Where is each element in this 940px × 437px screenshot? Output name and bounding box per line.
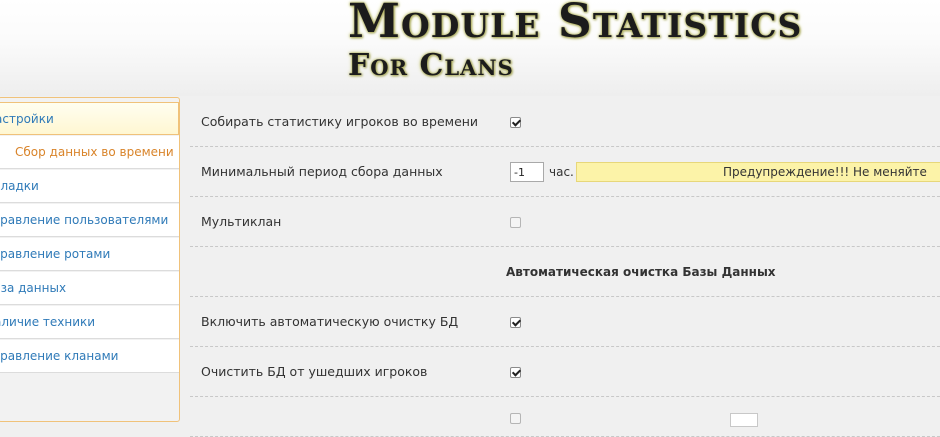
partial-input[interactable] <box>730 413 758 427</box>
collect-stats-checkbox[interactable] <box>510 116 521 128</box>
sidebar-item-label: Наличие техники <box>0 315 96 329</box>
sidebar-item-label: Управление ротами <box>0 247 111 261</box>
clean-departed-label: Очистить БД от ушедших игроков <box>201 364 428 379</box>
sidebar-item-label: Вкладки <box>0 179 39 193</box>
multiclan-label: Мультиклан <box>201 214 282 229</box>
setting-row-multiclan: Мультиклан <box>190 197 940 247</box>
app-title: Module Statistics <box>348 0 803 49</box>
settings-sidebar: Настройки Сбор данных во времени Вкладки… <box>0 97 180 422</box>
setting-row-clean-departed: Очистить БД от ушедших игроков <box>190 347 940 397</box>
setting-row-auto-cleanup: Включить автоматическую очистку БД <box>190 297 940 347</box>
sidebar-item-label: База данных <box>0 281 67 295</box>
app-subtitle: For Clans <box>348 48 514 83</box>
auto-cleanup-checkbox[interactable] <box>510 316 521 328</box>
partial-checkbox[interactable] <box>510 413 521 424</box>
sidebar-item-vehicles[interactable]: Наличие техники <box>0 306 179 339</box>
settings-panel: Собирать статистику игроков во времени М… <box>190 97 940 437</box>
sidebar-item-database[interactable]: База данных <box>0 272 179 305</box>
page-header: Module Statistics For Clans <box>0 0 940 96</box>
clean-departed-checkbox[interactable] <box>510 366 521 378</box>
sidebar-item-clan-management[interactable]: Управление кланами <box>0 340 179 373</box>
auto-cleanup-label: Включить автоматическую очистку БД <box>201 314 459 329</box>
sidebar-item-user-management[interactable]: Управление пользователями <box>0 204 179 237</box>
sidebar-item-data-collection[interactable]: Сбор данных во времени <box>0 136 179 169</box>
setting-row-min-period: Минимальный период сбора данных -1 час. … <box>190 147 940 197</box>
sidebar-item-label: Сбор данных во времени <box>15 145 174 159</box>
min-period-unit: час. <box>549 165 574 179</box>
setting-row-collect-stats: Собирать статистику игроков во времени <box>190 97 940 147</box>
section-header-row: Автоматическая очистка Базы Данных <box>190 247 940 297</box>
db-cleanup-section-title: Автоматическая очистка Базы Данных <box>506 265 776 279</box>
min-period-label: Минимальный период сбора данных <box>201 164 443 179</box>
setting-row-partial <box>190 397 940 437</box>
sidebar-item-company-management[interactable]: Управление ротами <box>0 238 179 271</box>
sidebar-item-tabs[interactable]: Вкладки <box>0 170 179 203</box>
warning-banner: Предупреждение!!! Не меняйте <box>576 162 940 182</box>
sidebar-item-label: Управление пользователями <box>0 213 169 227</box>
sidebar-item-label: Управление кланами <box>0 349 119 363</box>
sidebar-item-label: Настройки <box>0 112 54 126</box>
collect-stats-label: Собирать статистику игроков во времени <box>201 114 479 129</box>
min-period-input[interactable]: -1 <box>510 162 544 182</box>
sidebar-item-settings[interactable]: Настройки <box>0 102 179 135</box>
multiclan-checkbox[interactable] <box>510 216 521 228</box>
